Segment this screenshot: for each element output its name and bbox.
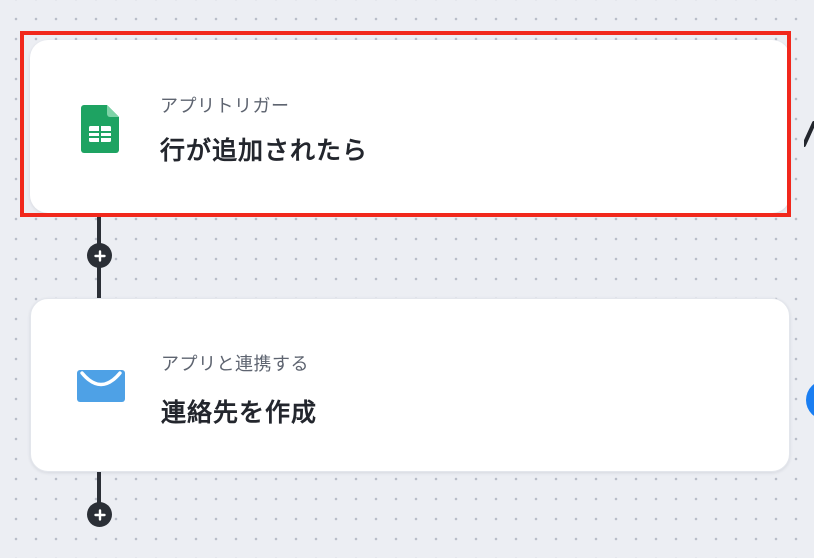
plus-icon — [93, 508, 106, 521]
step-action-title: 行が追加されたら — [160, 136, 369, 165]
google-sheets-icon — [74, 105, 126, 153]
plus-icon — [93, 249, 106, 262]
action-step-card[interactable]: アプリと連携する 連絡先を作成 — [30, 298, 790, 472]
step-type-label: アプリトリガー — [160, 96, 290, 117]
arrow-icon — [802, 121, 814, 151]
trigger-step-card[interactable]: アプリトリガー 行が追加されたら — [30, 40, 790, 213]
add-step-button-2[interactable] — [87, 502, 112, 527]
add-step-button-1[interactable] — [87, 243, 112, 268]
mail-envelope-icon — [75, 369, 127, 403]
step-type-label: アプリと連携する — [161, 354, 309, 375]
step-action-title: 連絡先を作成 — [161, 398, 318, 427]
blue-circle-icon[interactable] — [806, 380, 814, 420]
